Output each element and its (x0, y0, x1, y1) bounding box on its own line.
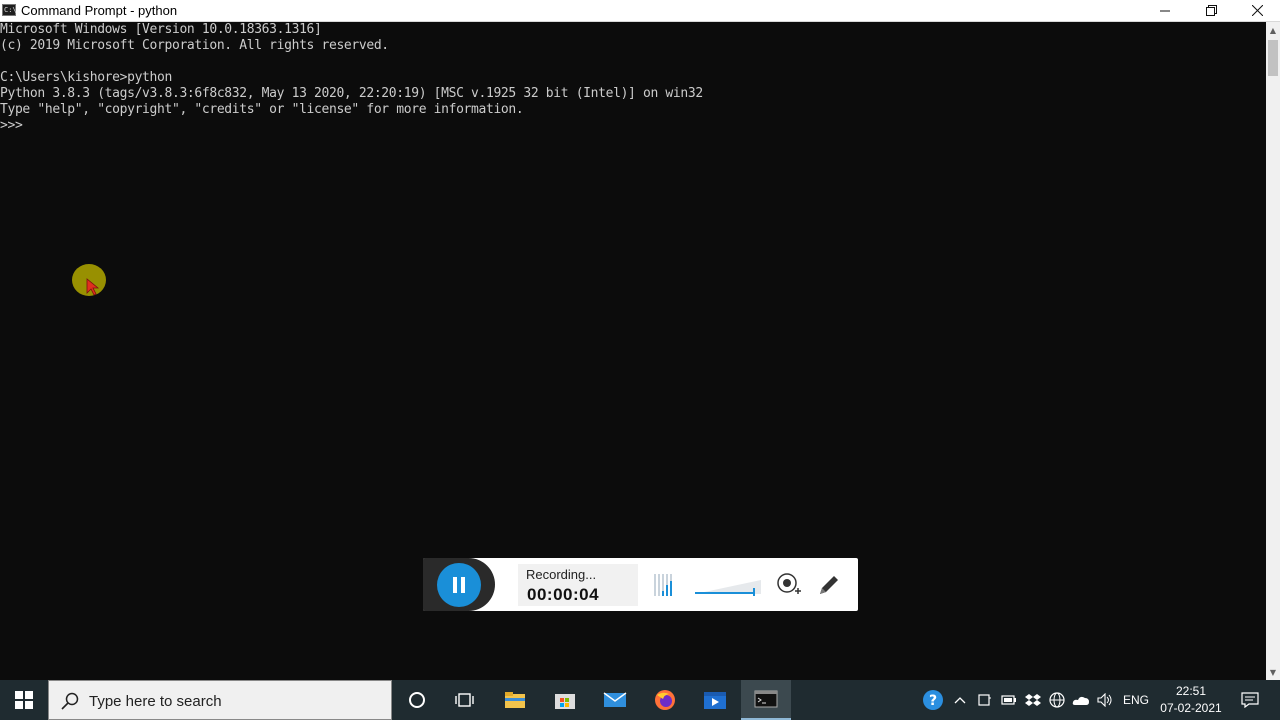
tray-battery[interactable] (998, 680, 1020, 720)
taskbar-app-firefox[interactable] (641, 680, 689, 720)
taskbar-app-command-prompt[interactable] (741, 680, 791, 720)
title-bar: C:\ Command Prompt - python (0, 0, 1280, 22)
close-icon (1251, 5, 1263, 16)
video-editor-icon (704, 692, 726, 709)
console-prompt: >>> (0, 118, 23, 133)
recording-status: Recording... 00:00:04 (518, 564, 638, 606)
tray-language[interactable]: ENG (1120, 680, 1152, 720)
console-icon: C:\ (2, 4, 17, 16)
tray-overflow[interactable] (949, 680, 971, 720)
speaker-icon (1097, 693, 1112, 707)
webcam-icon[interactable] (775, 571, 803, 599)
restore-button[interactable] (1188, 0, 1234, 21)
console-line: Microsoft Windows [Version 10.0.18363.13… (0, 22, 322, 37)
battery-icon (1001, 695, 1016, 705)
meet-now-icon (978, 694, 991, 706)
scroll-up-icon[interactable]: ▲ (1266, 22, 1280, 38)
help-icon: ? (923, 690, 943, 710)
svg-text:?: ? (929, 693, 937, 709)
command-prompt-icon (754, 690, 778, 708)
task-view-button[interactable] (441, 680, 489, 720)
clock-time: 22:51 (1175, 684, 1207, 698)
tray-network[interactable] (1046, 680, 1068, 720)
notification-center-button[interactable] (1234, 680, 1266, 720)
tray-help[interactable]: ? (919, 680, 947, 720)
tray-clock[interactable]: 22:51 07-02-2021 (1158, 683, 1224, 717)
task-view-icon (455, 693, 474, 707)
clock-date: 07-02-2021 (1160, 701, 1222, 715)
search-icon (61, 692, 79, 710)
file-explorer-icon (505, 692, 525, 708)
vertical-scrollbar[interactable]: ▲ ▼ (1266, 22, 1280, 680)
language-indicator: ENG (1122, 693, 1149, 707)
console-line: Type "help", "copyright", "credits" or "… (0, 102, 524, 117)
taskbar-app-store[interactable] (541, 680, 589, 720)
volume-slider[interactable] (695, 576, 765, 596)
pause-button[interactable] (437, 563, 481, 607)
minimize-button[interactable] (1142, 0, 1188, 21)
taskbar-app-file-explorer[interactable] (491, 680, 539, 720)
tray-meet-now[interactable] (974, 680, 996, 720)
recording-label: Recording... (526, 567, 597, 582)
tray-speaker[interactable] (1094, 680, 1116, 720)
windows-logo-icon (15, 691, 33, 709)
screen-recorder-toolbar: Recording... 00:00:04 (423, 558, 858, 611)
restore-icon (1205, 5, 1217, 16)
dropbox-icon (1025, 694, 1041, 706)
start-button[interactable] (0, 680, 48, 720)
pause-icon (451, 577, 467, 593)
taskbar: Type here to search ? ENG 22:51 07-02-20… (0, 680, 1280, 720)
notification-icon (1241, 692, 1259, 708)
cortana-button[interactable] (393, 680, 441, 720)
chevron-up-icon (954, 697, 966, 704)
search-placeholder: Type here to search (89, 693, 222, 710)
tray-dropbox[interactable] (1022, 680, 1044, 720)
recording-timer: 00:00:04 (527, 585, 600, 604)
pen-icon[interactable] (816, 572, 842, 598)
mouse-pointer-icon (86, 278, 100, 296)
console-line: C:\Users\kishore>python (0, 70, 172, 85)
firefox-icon (655, 690, 675, 710)
audio-level-icon[interactable] (652, 571, 678, 599)
console-line: Python 3.8.3 (tags/v3.8.3:6f8c832, May 1… (0, 86, 703, 101)
taskbar-search-box[interactable]: Type here to search (48, 680, 392, 720)
mail-icon (603, 692, 627, 707)
close-button[interactable] (1234, 0, 1280, 21)
store-icon (555, 694, 575, 709)
onedrive-icon (1072, 696, 1089, 705)
taskbar-app-mail[interactable] (591, 680, 639, 720)
taskbar-app-video-editor[interactable] (691, 680, 739, 720)
scroll-down-icon[interactable]: ▼ (1266, 664, 1280, 680)
window-title: Command Prompt - python (21, 3, 178, 18)
pause-button-container (423, 558, 495, 611)
scroll-thumb[interactable] (1268, 40, 1278, 76)
network-icon (1049, 692, 1065, 708)
minimize-icon (1160, 10, 1170, 11)
console-line: (c) 2019 Microsoft Corporation. All righ… (0, 38, 389, 53)
tray-onedrive[interactable] (1070, 680, 1092, 720)
cortana-icon (409, 692, 425, 708)
